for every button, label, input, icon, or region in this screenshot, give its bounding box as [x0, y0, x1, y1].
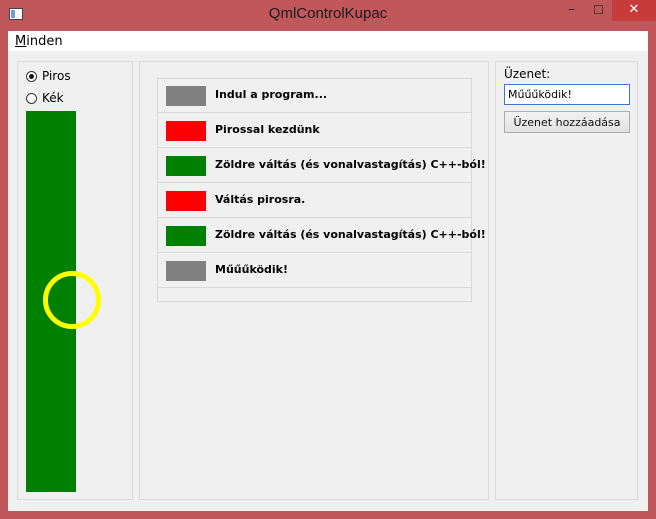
radio-button-icon[interactable] — [26, 92, 37, 104]
menu-bar: Minden — [8, 31, 648, 51]
list-item[interactable]: Zöldre váltás (és vonalvastagítás) C++-b… — [158, 149, 486, 183]
menu-label: inden — [26, 34, 63, 49]
list-item-text: Zöldre váltás (és vonalvastagítás) C++-b… — [215, 158, 486, 171]
client-area: Minden Piros Kék Indul a program... Piro… — [8, 31, 648, 511]
radio-kek[interactable]: Kék — [26, 91, 64, 105]
message-panel: Üzenet: Üzenet hozzáadása — [495, 61, 638, 500]
list-item[interactable]: Műűűködik! — [158, 254, 471, 288]
add-message-button[interactable]: Üzenet hozzáadása — [504, 111, 630, 133]
radio-button-icon[interactable] — [26, 70, 37, 82]
radio-label: Piros — [42, 69, 71, 83]
title-bar: QmlControlKupac – ☐ ✕ — [0, 0, 656, 31]
radio-label: Kék — [42, 91, 64, 105]
color-swatch — [166, 191, 206, 211]
log-panel: Indul a program... Pirossal kezdünk Zöld… — [139, 61, 489, 500]
list-item[interactable]: Váltás pirosra. — [158, 184, 471, 218]
color-swatch — [166, 226, 206, 246]
list-item[interactable]: Indul a program... — [158, 79, 471, 113]
message-input[interactable] — [504, 84, 630, 105]
circle-indicator — [43, 271, 101, 329]
list-item-text: Indul a program... — [215, 88, 328, 101]
color-swatch — [166, 121, 206, 141]
list-item-text: Műűűködik! — [215, 263, 288, 276]
list-item-text: Zöldre váltás (és vonalvastagítás) C++-b… — [215, 228, 486, 241]
message-label: Üzenet: — [504, 67, 551, 81]
minimize-button[interactable]: – — [558, 0, 585, 21]
list-item-text: Váltás pirosra. — [215, 193, 306, 206]
maximize-button[interactable]: ☐ — [585, 0, 612, 21]
menu-accelerator: M — [15, 34, 27, 49]
radio-piros[interactable]: Piros — [26, 69, 71, 83]
color-swatch — [166, 86, 206, 106]
close-button[interactable]: ✕ — [612, 0, 656, 21]
list-item[interactable]: Pirossal kezdünk — [158, 114, 471, 148]
color-swatch — [166, 261, 206, 281]
color-panel: Piros Kék — [17, 61, 133, 500]
list-item[interactable]: Zöldre váltás (és vonalvastagítás) C++-b… — [158, 219, 486, 253]
color-swatch — [166, 156, 206, 176]
list-item-text: Pirossal kezdünk — [215, 123, 320, 136]
message-list: Indul a program... Pirossal kezdünk Zöld… — [157, 78, 486, 302]
menu-minden[interactable]: Minden — [15, 34, 63, 49]
